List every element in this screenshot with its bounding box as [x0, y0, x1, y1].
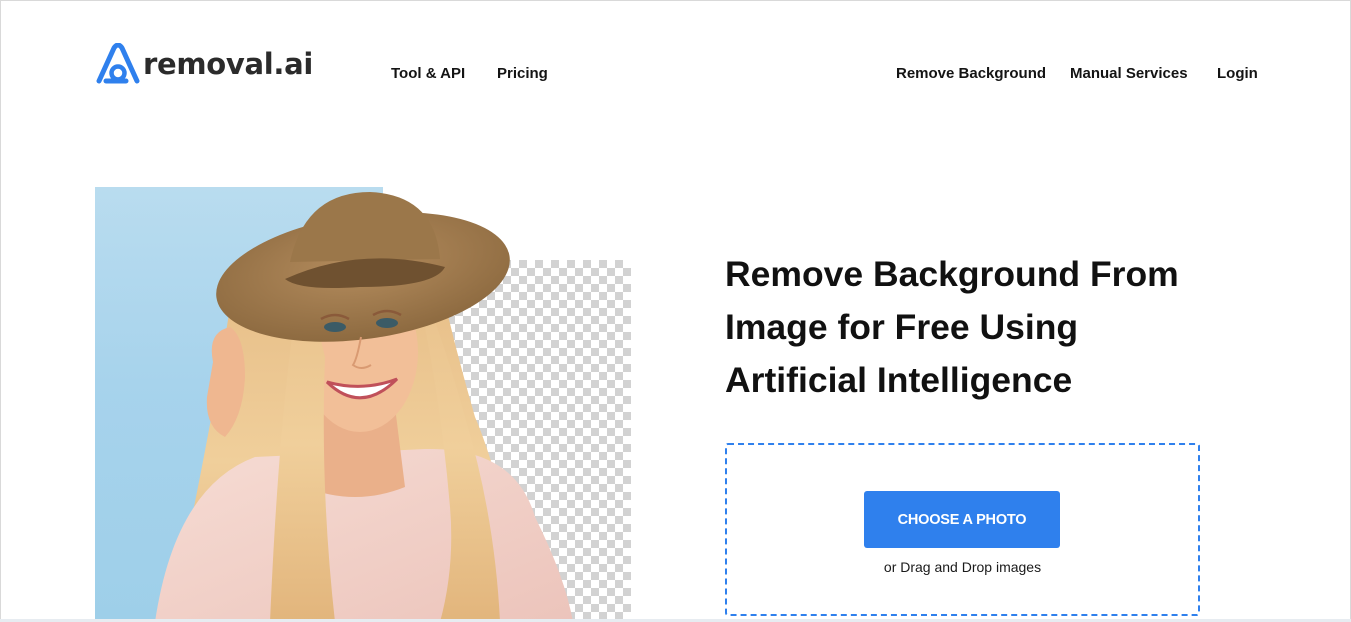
woman-portrait-illustration: [155, 192, 573, 622]
removal-logo-icon: [96, 43, 140, 84]
headline-line-2: Image for Free Using: [725, 307, 1079, 347]
choose-photo-button[interactable]: CHOOSE A PHOTO: [864, 491, 1060, 548]
headline-line-1: Remove Background From: [725, 254, 1179, 294]
hero-demo-image: [95, 187, 631, 622]
hero-headline: Remove Background From Image for Free Us…: [725, 248, 1245, 407]
nav-remove-background[interactable]: Remove Background: [896, 64, 1046, 84]
nav-manual-services[interactable]: Manual Services: [1070, 64, 1188, 84]
brand-name: removal.ai: [143, 46, 314, 81]
brand-logo[interactable]: removal.ai: [95, 43, 313, 85]
nav-pricing[interactable]: Pricing: [497, 64, 548, 84]
nav-login[interactable]: Login: [1217, 64, 1258, 84]
drag-drop-hint: or Drag and Drop images: [883, 559, 1042, 575]
headline-line-3: Artificial Intelligence: [725, 360, 1073, 400]
nav-tool-api[interactable]: Tool & API: [391, 64, 465, 84]
